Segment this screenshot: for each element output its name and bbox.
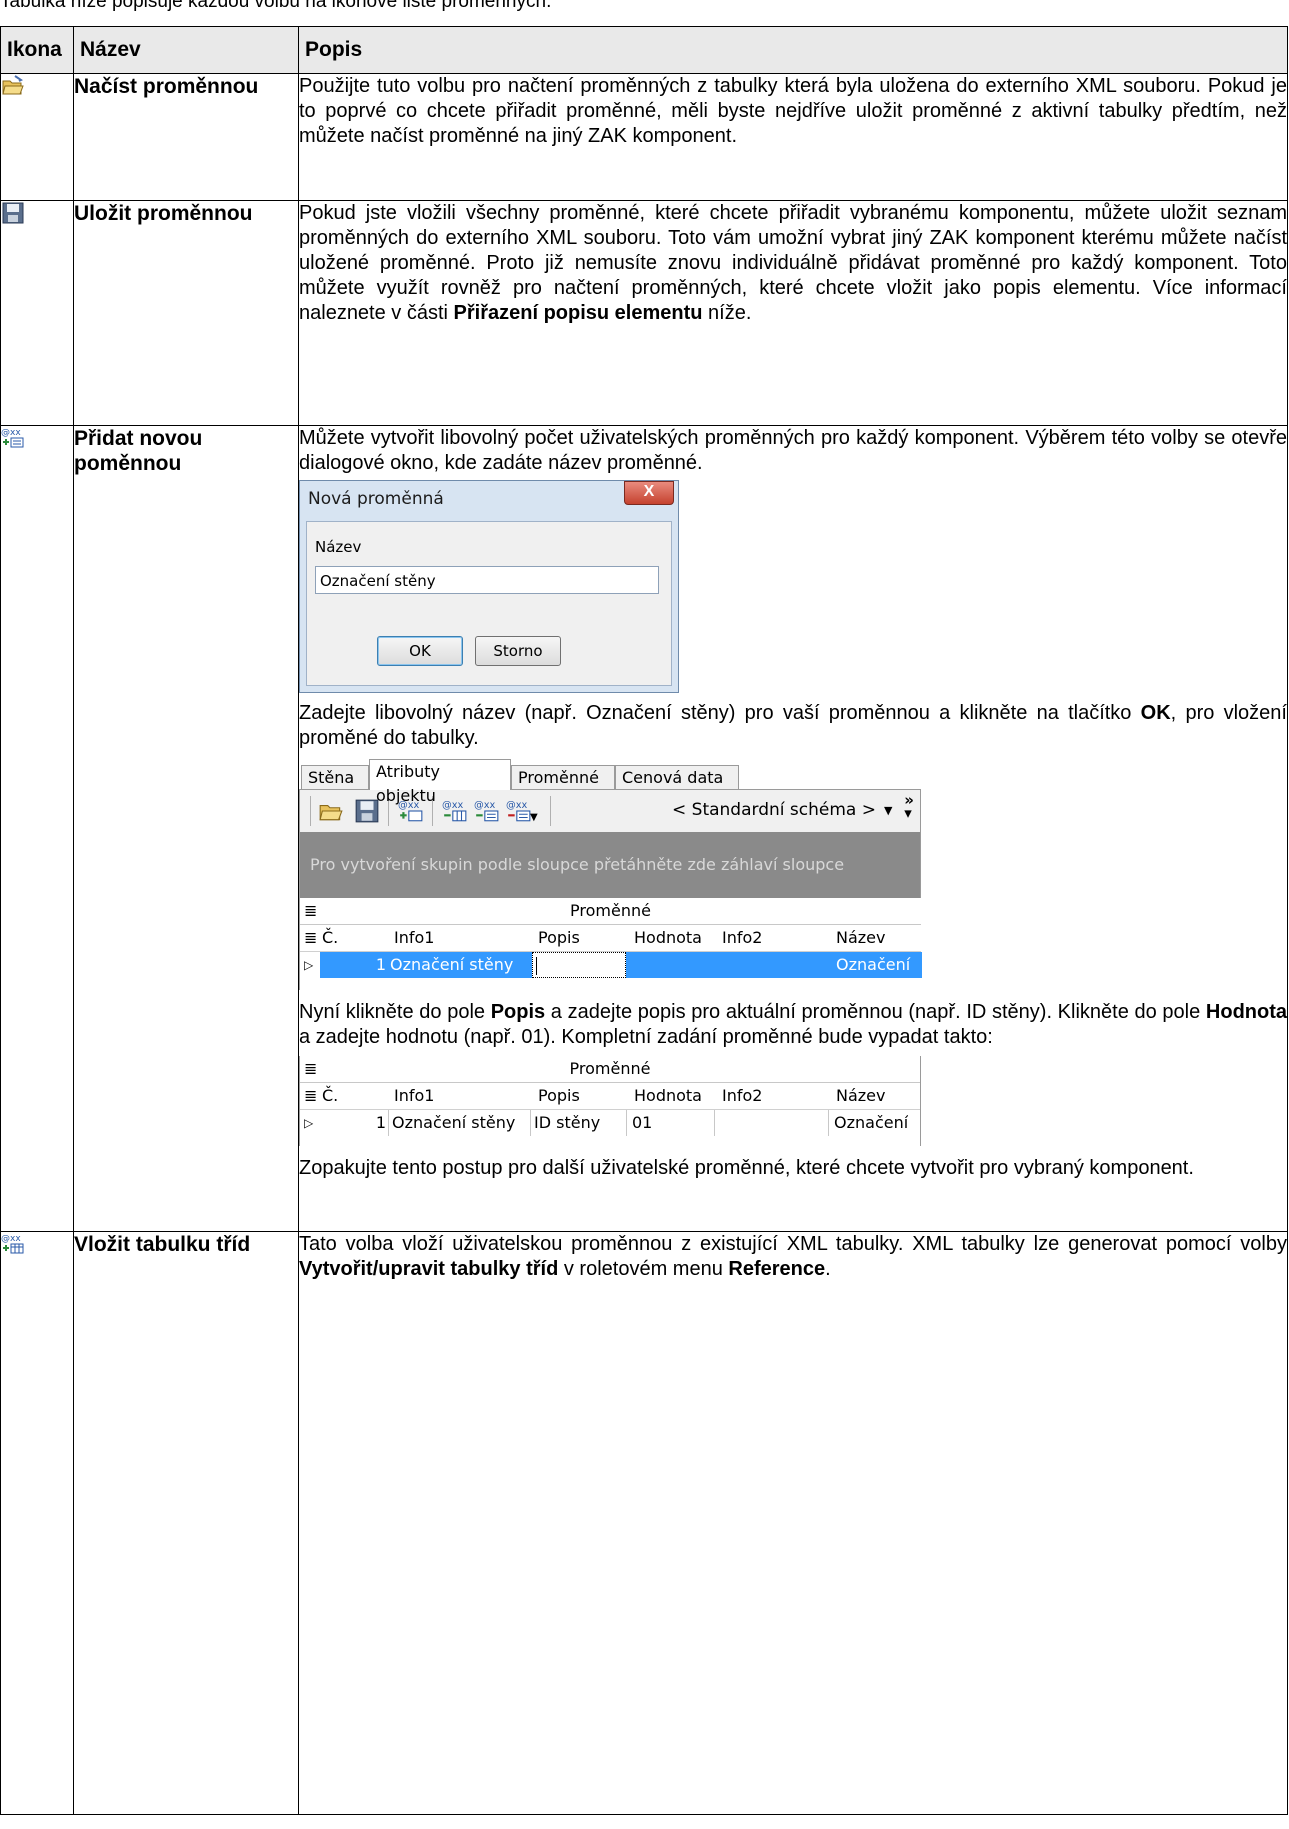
column-header[interactable]: Info2: [722, 1083, 762, 1109]
intro-text: Tabulka níže popisuje každou volbu na ik…: [0, 0, 552, 12]
delete-variable-icon[interactable]: @xx: [506, 798, 532, 824]
grid-cell-popis-editor[interactable]: [532, 952, 626, 978]
group-by-area[interactable]: Pro vytvoření skupin podle sloupce přetá…: [299, 832, 921, 898]
band-header: Proměnné: [569, 1059, 651, 1078]
column-header[interactable]: Popis: [538, 925, 580, 951]
column-header[interactable]: Název: [836, 1083, 885, 1109]
table-header-row: Ikona Název Popis: [0, 26, 1288, 74]
grid-cell-popis[interactable]: ID stěny: [534, 1110, 600, 1136]
cancel-button[interactable]: Storno: [475, 636, 561, 666]
table-row: @xx Přidat novou poměnnou Můžete vytvoři…: [0, 425, 1288, 1232]
icon-description-table: Ikona Název Popis Načíst proměnnou Použi…: [0, 26, 1288, 1815]
row-description: Nyní klikněte do pole Popis a zadejte po…: [299, 1001, 1287, 1048]
table-row: Uložit proměnnou Pokud jste vložili všec…: [0, 200, 1288, 426]
row-name: Uložit proměnnou: [73, 200, 299, 426]
column-header[interactable]: Info2: [722, 925, 762, 951]
header-description: Popis: [298, 26, 1288, 74]
variables-grid: ≣ Proměnné ≣ Č. Info1 Popis Hodnota Info…: [299, 898, 922, 990]
header-icon: Ikona: [0, 26, 74, 74]
column-header[interactable]: Č.: [322, 925, 338, 951]
row-description: Použijte tuto volbu pro načtení proměnný…: [299, 75, 1287, 147]
open-folder-icon[interactable]: [318, 798, 344, 824]
row-indicator-icon: ▷: [304, 1116, 314, 1130]
row-description: Zadejte libovolný název (např. Označení …: [299, 702, 1287, 749]
column-header[interactable]: Hodnota: [634, 925, 702, 951]
svg-text:@xx: @xx: [1, 1234, 21, 1244]
column-chooser-icon[interactable]: ≣: [304, 925, 320, 951]
insert-class-table-icon: @xx: [1, 1232, 25, 1256]
new-variable-dialog: Nová proměnná X Název Označení stěny OK …: [299, 480, 679, 693]
row-number: 1: [375, 1113, 386, 1132]
dialog-title: Nová proměnná: [308, 489, 444, 509]
panel-tabs: Stěna Atributy objektu Proměnné Cenová d…: [299, 759, 921, 805]
open-folder-icon: [1, 74, 25, 98]
header-name: Název: [73, 26, 299, 74]
tab-price-data[interactable]: Cenová data: [615, 765, 739, 789]
grid-cell-nazev[interactable]: Označení: [834, 1110, 908, 1136]
tab-object-attributes[interactable]: Atributy objektu: [369, 759, 511, 805]
column-header[interactable]: Info1: [394, 1083, 434, 1109]
edit-variable-icon[interactable]: @xx: [474, 798, 500, 824]
column-header[interactable]: Č.: [322, 1083, 338, 1109]
table-row: Načíst proměnnou Použijte tuto volbu pro…: [0, 73, 1288, 201]
tab-stena[interactable]: Stěna: [301, 765, 369, 789]
row-description: Můžete vytvořit libovolný počet uživatel…: [299, 427, 1287, 474]
add-variable-icon: @xx: [1, 426, 25, 450]
overflow-icon[interactable]: » ▾: [904, 793, 914, 821]
variables-panel: Stěna Atributy objektu Proměnné Cenová d…: [299, 759, 922, 990]
column-header[interactable]: Hodnota: [634, 1083, 702, 1109]
row-name: Načíst proměnnou: [73, 73, 299, 201]
svg-text:@xx: @xx: [1, 428, 21, 438]
grid-cell-hodnota[interactable]: 01: [632, 1110, 652, 1136]
scheme-select[interactable]: < Standardní schéma > ▼: [662, 796, 892, 824]
band-header: Proměnné: [570, 901, 651, 920]
svg-text:@xx: @xx: [474, 800, 496, 811]
svg-text:@xx: @xx: [442, 800, 464, 811]
row-description: Zopakujte tento postup pro další uživate…: [299, 1157, 1194, 1179]
column-header[interactable]: Info1: [394, 925, 434, 951]
grid-cell-info1[interactable]: Označení stěny: [392, 1110, 515, 1136]
tab-variables[interactable]: Proměnné: [511, 765, 615, 789]
column-header[interactable]: Popis: [538, 1083, 580, 1109]
row-name: Vložit tabulku tříd: [73, 1231, 299, 1815]
grid-cell-nazev[interactable]: Označení: [836, 952, 922, 978]
row-indicator-icon: ▷: [304, 958, 314, 972]
svg-text:@xx: @xx: [506, 800, 528, 811]
save-disk-icon: [1, 201, 25, 225]
chevron-down-icon: ▼: [884, 804, 893, 817]
row-description: Pokud jste vložili všechny proměnné, kte…: [299, 202, 1287, 324]
filled-variables-grid: ≣ Proměnné ≣ Č. Info1 Popis Hodnota Info…: [299, 1056, 921, 1146]
row-name: Přidat novou poměnnou: [73, 425, 299, 1232]
dropdown-arrow-icon[interactable]: ▼: [530, 812, 538, 823]
table-row: @xx Vložit tabulku tříd Tato volba vloží…: [0, 1231, 1288, 1815]
column-header[interactable]: Název: [836, 925, 885, 951]
dialog-name-label: Název: [315, 538, 362, 556]
row-description: Tato volba vloží uživatelskou proměnnou …: [299, 1233, 1287, 1280]
dialog-name-input[interactable]: Označení stěny: [315, 566, 659, 594]
ok-button[interactable]: OK: [377, 636, 463, 666]
insert-class-table-icon[interactable]: @xx: [442, 798, 468, 824]
column-chooser-icon[interactable]: ≣: [304, 1083, 320, 1109]
row-number: 1: [320, 952, 386, 978]
dialog-close-button[interactable]: X: [624, 481, 674, 505]
grid-cell-info1[interactable]: Označení stěny: [390, 952, 530, 978]
